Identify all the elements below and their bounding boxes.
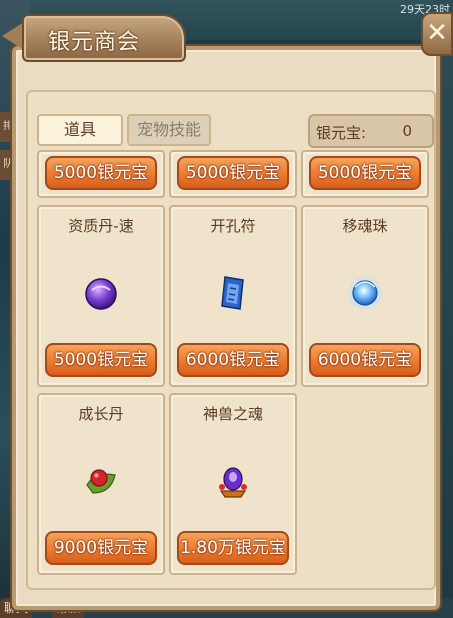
blue-glowing-orb-icon — [348, 276, 382, 310]
price-button[interactable]: 5000银元宝 — [309, 156, 421, 190]
purple-orb-icon — [85, 278, 117, 310]
red-pill-leaf-icon — [86, 469, 116, 494]
tab-items[interactable]: 道具 — [37, 114, 123, 146]
item-name: 神兽之魂 — [202, 405, 263, 423]
item-card-partial[interactable]: 5000银元宝 — [169, 150, 297, 198]
close-icon[interactable]: ✕ — [421, 12, 453, 56]
price-button[interactable]: 9000银元宝 — [45, 531, 157, 565]
price-button[interactable]: 6000银元宝 — [177, 343, 289, 377]
page-title: 银元商会 — [48, 30, 141, 55]
item-name: 开孔符 — [210, 217, 256, 235]
currency-display: 银元宝: 0 — [308, 114, 434, 148]
item-card-partial[interactable]: 5000银元宝 — [301, 150, 429, 198]
item-card[interactable]: 神兽之魂 1.80万银元宝 — [169, 393, 297, 575]
price-button[interactable]: 1.80万银元宝 — [177, 531, 289, 565]
item-name: 资质丹-速 — [68, 217, 134, 235]
item-name: 移魂珠 — [342, 217, 388, 235]
price-button[interactable]: 5000银元宝 — [45, 156, 157, 190]
price-button[interactable]: 5000银元宝 — [177, 156, 289, 190]
currency-value: 0 — [402, 122, 412, 140]
currency-label: 银元宝: — [316, 124, 367, 142]
item-card[interactable]: 开孔符 6000银元宝 — [169, 205, 297, 387]
title-ornament — [2, 22, 24, 50]
item-name: 成长丹 — [78, 405, 124, 423]
beast-soul-gem-icon — [219, 467, 247, 498]
item-card[interactable]: 资质丹-速 5000银元宝 — [37, 205, 165, 387]
item-card[interactable]: 成长丹 9000银元宝 — [37, 393, 165, 575]
price-button[interactable]: 6000银元宝 — [309, 343, 421, 377]
price-button[interactable]: 5000银元宝 — [45, 343, 157, 377]
tab-pet-skills[interactable]: 宠物技能 — [127, 114, 211, 146]
blue-talisman-icon — [221, 276, 244, 310]
item-card[interactable]: 移魂珠 6000银元宝 — [301, 205, 429, 387]
item-card-partial[interactable]: 5000银元宝 — [37, 150, 165, 198]
